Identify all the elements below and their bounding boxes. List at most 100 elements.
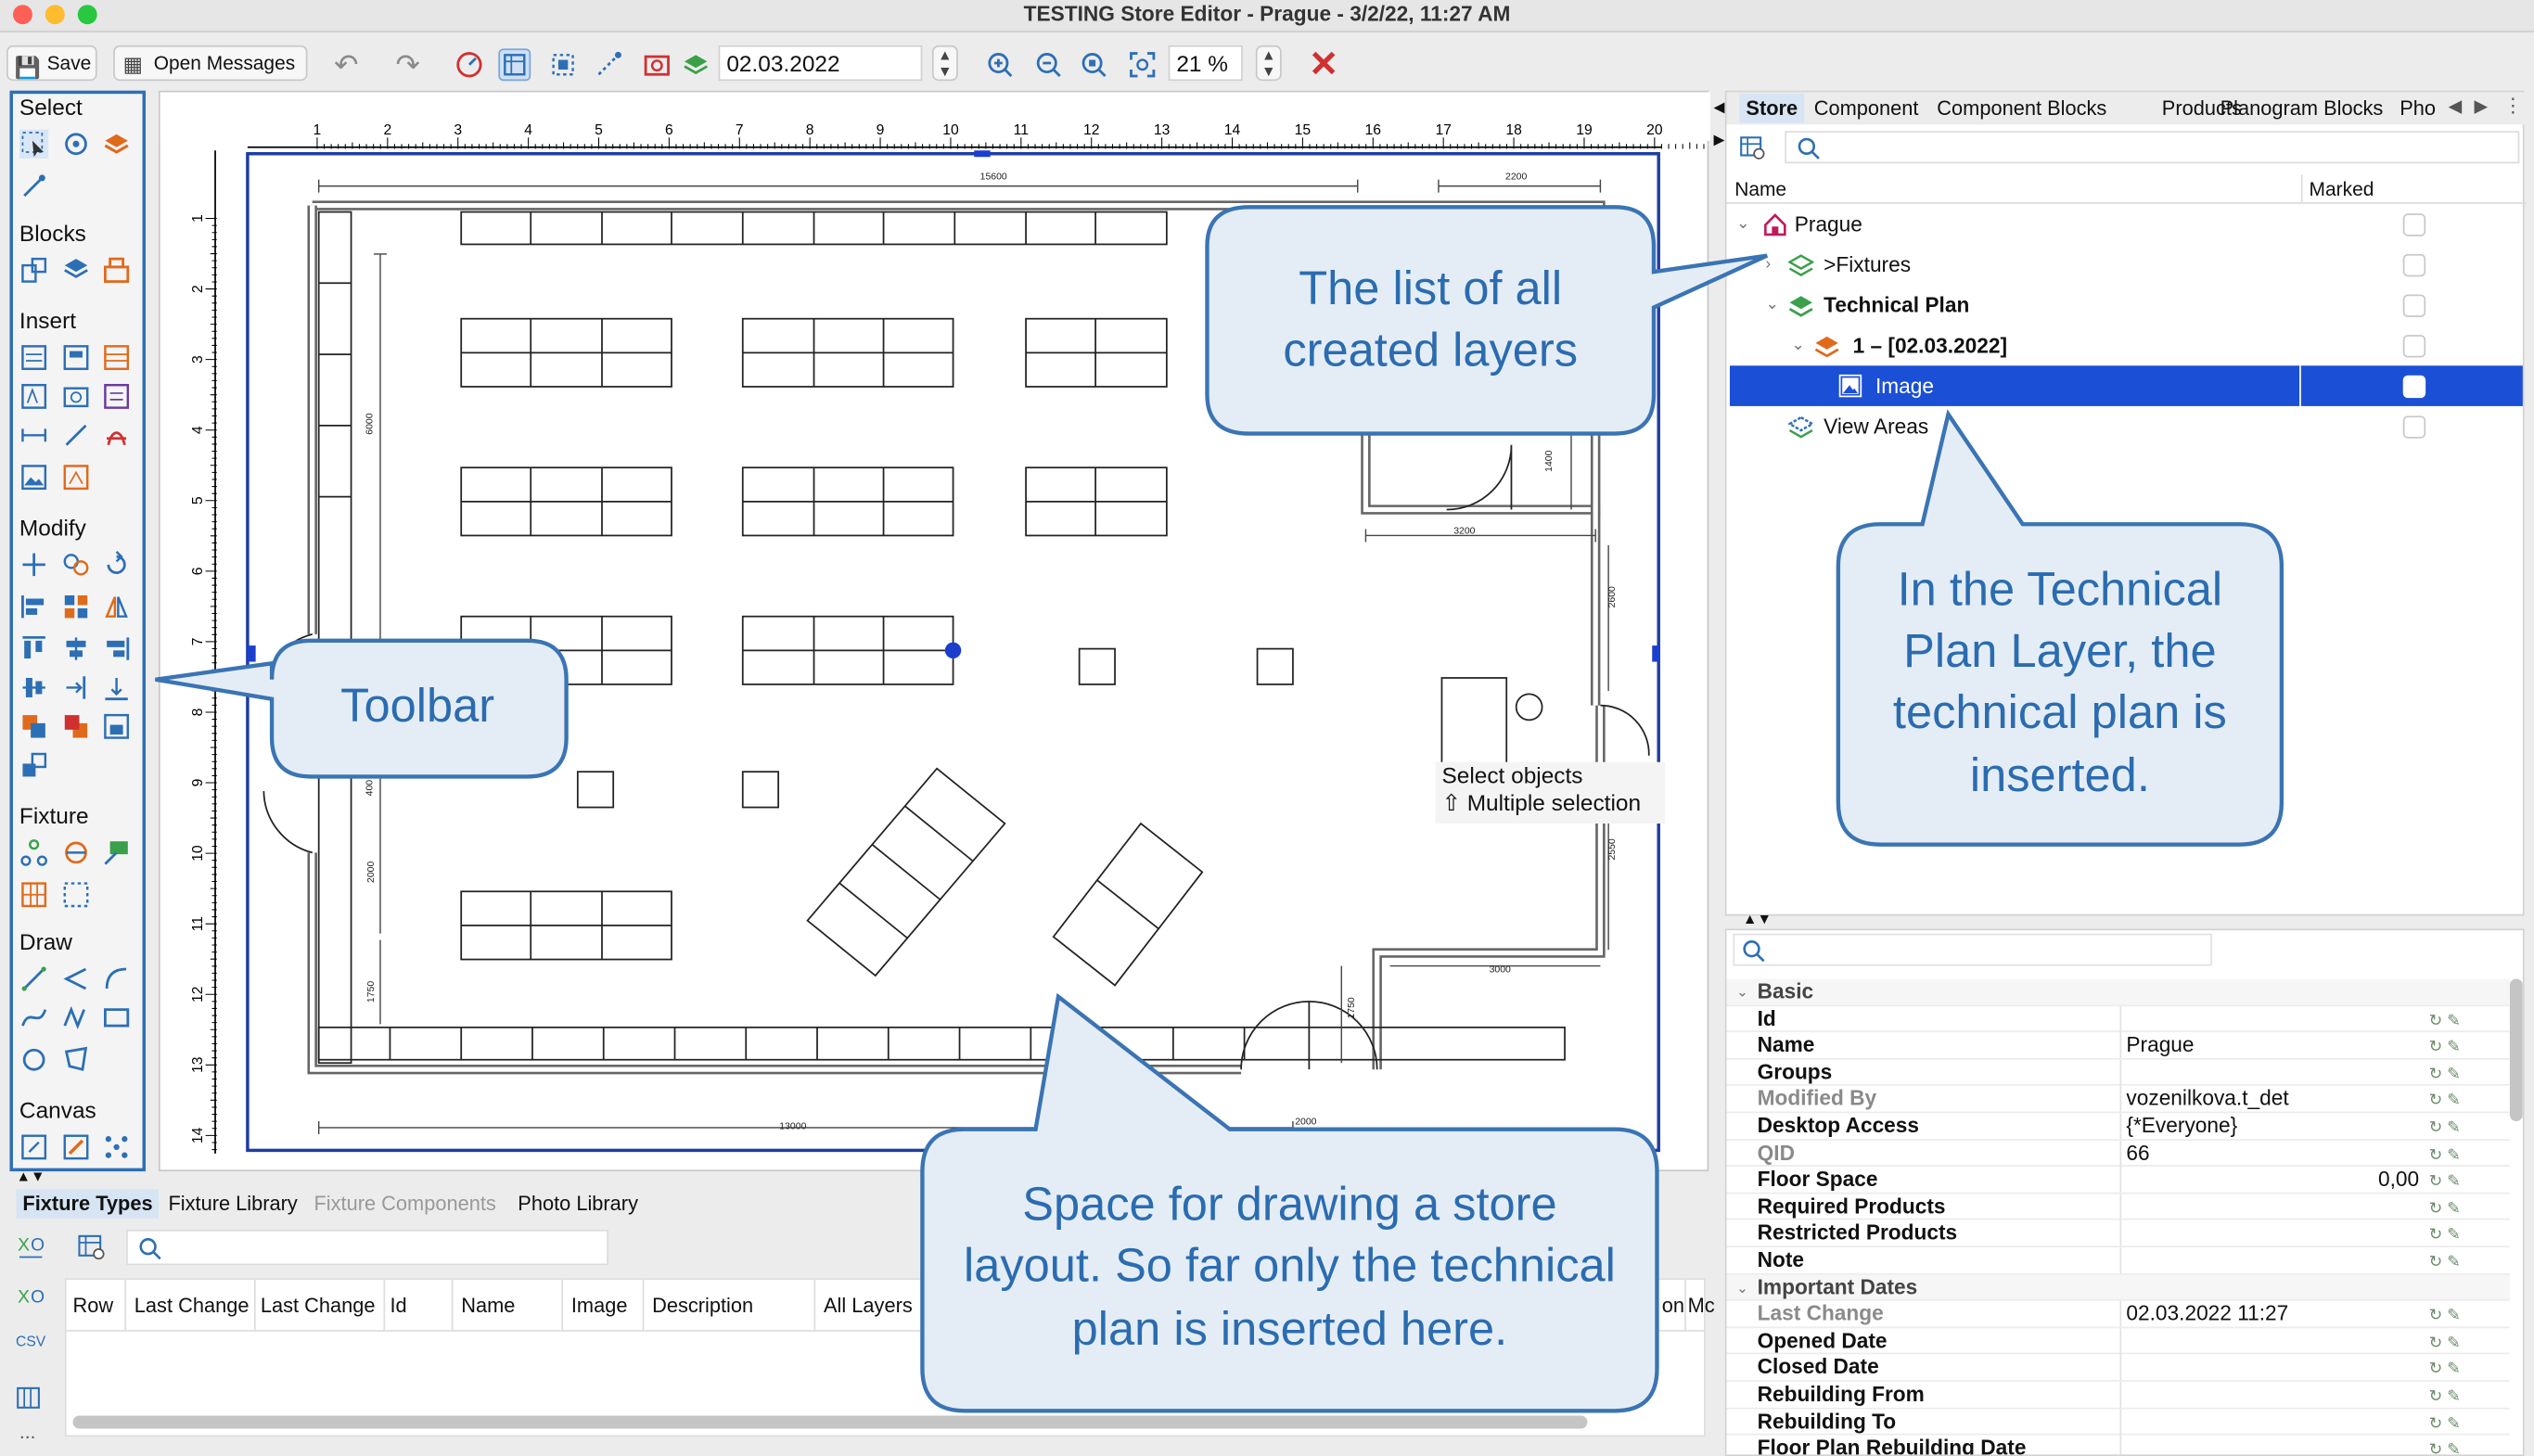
select-tool-icon[interactable]	[19, 129, 49, 159]
property-value[interactable]: Prague	[2126, 1032, 2194, 1058]
tree-row-technical-plan[interactable]: ⌄ Technical Plan	[1730, 285, 2523, 326]
property-value[interactable]: 66	[2126, 1140, 2149, 1166]
marked-checkbox[interactable]	[2402, 294, 2426, 317]
draw-polygon-icon[interactable]	[61, 1045, 90, 1074]
insert-svg-icon[interactable]	[61, 463, 90, 492]
tree-row-view-areas[interactable]: View Areas	[1730, 406, 2523, 447]
property-row[interactable]: Rebuilding To ↻ ✎	[1726, 1408, 2510, 1436]
zoom-fit-icon[interactable]	[1078, 48, 1110, 81]
col-description[interactable]: Description	[652, 1280, 753, 1332]
redo-icon[interactable]: ↷	[391, 47, 424, 81]
insert-photo-icon[interactable]	[61, 382, 90, 411]
marked-checkbox[interactable]	[2402, 253, 2426, 277]
table-h-scrollbar[interactable]	[72, 1415, 1588, 1429]
blocks-tool-icon[interactable]	[19, 256, 48, 285]
property-value[interactable]: 02.03.2022 11:27	[2126, 1301, 2288, 1327]
col-last-change-1[interactable]: Last Change	[134, 1280, 250, 1332]
date-stepper[interactable]: ▲ ▼	[931, 45, 958, 82]
connect-icon[interactable]	[593, 48, 625, 81]
fixture-grid-icon[interactable]	[19, 880, 48, 909]
col-row[interactable]: Row	[73, 1280, 114, 1332]
canvas-points-icon[interactable]	[102, 1132, 131, 1161]
camera-icon[interactable]	[641, 48, 673, 81]
move-icon[interactable]	[19, 550, 48, 579]
property-edit-icon[interactable]: ↻ ✎	[2429, 1009, 2461, 1035]
col-all-layers[interactable]: All Layers	[824, 1280, 913, 1332]
chevron-down-icon[interactable]: ⌄	[1765, 285, 1779, 326]
col-name[interactable]: Name	[1734, 174, 1786, 203]
zoom-field[interactable]: 21 %	[1168, 45, 1243, 82]
insert-dimension-icon[interactable]	[19, 421, 48, 450]
chevron-down-icon[interactable]: ⌄	[1736, 1274, 1748, 1300]
property-edit-icon[interactable]: ↻ ✎	[2429, 1117, 2461, 1143]
property-value[interactable]: vozenilkova.t_det	[2126, 1086, 2288, 1112]
property-row[interactable]: Closed Date ↻ ✎	[1726, 1354, 2510, 1384]
property-edit-icon[interactable]: ↻ ✎	[2429, 1331, 2461, 1357]
insert-image-icon[interactable]	[19, 463, 48, 492]
date-field[interactable]: 02.03.2022	[718, 45, 923, 82]
property-row[interactable]: Modified By vozenilkova.t_det ↻ ✎	[1726, 1086, 2510, 1116]
tab-photo-library[interactable]: Photo Library	[511, 1189, 645, 1218]
chevron-down-icon[interactable]: ⌄	[1736, 204, 1750, 245]
more-actions-icon[interactable]: ...	[19, 1421, 35, 1443]
floor-plan[interactable]: 1 2 3 4 5 6 7 8 9 10 11 12 13 14 15 16 17 18 19 20 12345678…	[160, 92, 1711, 1172]
zoom-out-icon[interactable]	[1032, 48, 1065, 81]
chevron-down-icon[interactable]: ⌄	[1791, 326, 1805, 366]
drawing-canvas[interactable]: 1 2 3 4 5 6 7 8 9 10 11 12 13 14 15 16 17 18 19 20 12345678…	[158, 90, 1711, 1172]
property-edit-icon[interactable]: ↻ ✎	[2429, 1438, 2461, 1455]
property-row[interactable]: Restricted Products ↻ ✎	[1726, 1220, 2510, 1250]
selection-handle-left[interactable]	[247, 645, 256, 662]
tree-row-fixtures[interactable]: › >Fixtures	[1730, 244, 2523, 285]
zoom-stepper[interactable]: ▲ ▼	[1255, 45, 1282, 82]
align-center-icon[interactable]	[61, 634, 90, 663]
property-row[interactable]: Id ↻ ✎	[1726, 1005, 2510, 1035]
insert-line-icon[interactable]	[61, 421, 90, 450]
insert-pdf-icon[interactable]	[102, 421, 131, 450]
send-back-icon[interactable]	[61, 712, 90, 741]
property-group[interactable]: ⌄ Basic	[1726, 978, 2510, 1006]
selection-handle-top[interactable]	[974, 150, 991, 158]
bring-front-icon[interactable]	[19, 712, 48, 741]
csv-export-button[interactable]: CSV	[13, 1334, 48, 1349]
property-edit-icon[interactable]: ↻ ✎	[2429, 1224, 2461, 1250]
tree-row-version[interactable]: ⌄ 1 – [02.03.2022]	[1730, 326, 2523, 366]
property-group[interactable]: ⌄ Important Dates	[1726, 1274, 2510, 1301]
scroll-tabs-left-icon[interactable]: ◀	[2449, 96, 2463, 117]
property-row[interactable]: Note ↻ ✎	[1726, 1247, 2510, 1274]
tab-planogram-blocks[interactable]: Planogram Blocks	[2214, 94, 2390, 122]
property-edit-icon[interactable]: ↻ ✎	[2429, 1358, 2461, 1384]
properties-scrollbar[interactable]	[2509, 978, 2523, 1122]
draw-arc-icon[interactable]	[102, 964, 131, 993]
zoom-extent-icon[interactable]	[1126, 48, 1158, 81]
marked-checkbox[interactable]	[2402, 213, 2426, 236]
store-blocks-icon[interactable]	[102, 256, 131, 285]
fixture-ai-icon[interactable]	[102, 838, 131, 867]
property-edit-icon[interactable]: ↻ ✎	[2429, 1090, 2461, 1116]
splitter-arrows-icon[interactable]: ▲▼	[1743, 911, 1772, 926]
tab-store[interactable]: Store	[1739, 94, 1805, 123]
fixture-number-icon[interactable]	[61, 880, 90, 909]
group-icon[interactable]	[102, 712, 131, 741]
splitter-arrows-icon[interactable]: ▲▼	[16, 1169, 45, 1184]
col-marked[interactable]: Marked	[2310, 174, 2374, 203]
insert-text-icon[interactable]	[19, 382, 48, 411]
property-value[interactable]: 0,00	[2378, 1167, 2419, 1193]
align-bottom-icon[interactable]	[102, 673, 131, 702]
draw-circle-icon[interactable]	[19, 1045, 48, 1074]
line-select-icon[interactable]	[19, 172, 48, 200]
marked-checkbox[interactable]	[2402, 415, 2426, 439]
properties-search-input[interactable]	[1733, 933, 2212, 966]
property-row[interactable]: Desktop Access {*Everyone} ↻ ✎	[1726, 1113, 2510, 1143]
zoom-in-icon[interactable]	[984, 48, 1017, 81]
align-right-icon[interactable]	[102, 634, 131, 663]
draw-curve-icon[interactable]	[19, 1003, 48, 1032]
align-top-icon[interactable]	[19, 634, 48, 663]
mirror-icon[interactable]	[102, 593, 131, 621]
stack-blocks-icon[interactable]	[61, 256, 90, 285]
tree-row-prague[interactable]: ⌄ Prague	[1730, 204, 2523, 245]
grid-toggle-icon[interactable]	[498, 48, 531, 82]
property-row[interactable]: Floor Space 0,00 ↻ ✎	[1726, 1167, 2510, 1194]
layer-select-icon[interactable]	[102, 130, 131, 159]
selection-handle-right[interactable]	[1652, 645, 1660, 662]
open-messages-button[interactable]: ▦ Open Messages	[113, 45, 308, 82]
